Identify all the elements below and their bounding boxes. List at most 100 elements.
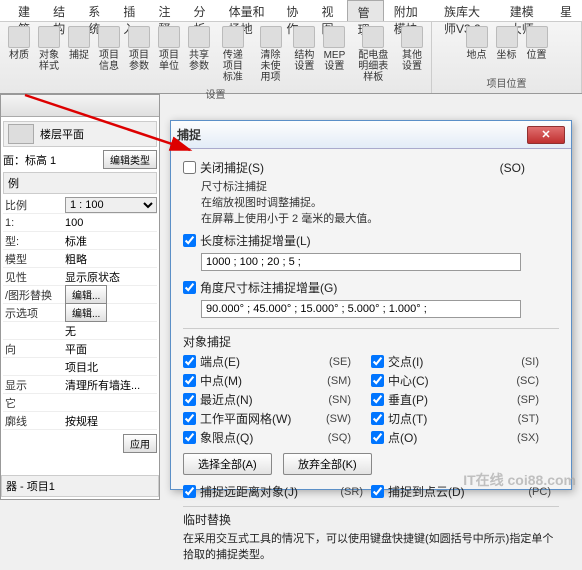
ribbon-label: 结构设置 (293, 50, 315, 72)
length-inc-checkbox[interactable] (183, 234, 196, 247)
snap-cloud-checkbox[interactable] (371, 485, 384, 498)
ribbon-group-label: 项目位置 (487, 74, 527, 91)
length-inc-input[interactable] (201, 253, 521, 271)
property-label: 它 (3, 395, 63, 411)
project-browser-header[interactable]: 器 - 项目1 (1, 475, 159, 497)
ribbon-button[interactable]: 捕捉 (64, 24, 94, 85)
close-snap-checkbox[interactable] (183, 161, 196, 174)
snap-checkbox[interactable] (183, 431, 196, 444)
snap-option: 工作平面网格(W)(SW) (183, 410, 371, 427)
snap-option: 垂直(P)(SP) (371, 391, 559, 408)
ribbon-label: 项目参数 (128, 50, 150, 72)
apply-button[interactable]: 应用 (123, 434, 157, 453)
snap-checkbox[interactable] (183, 412, 196, 425)
snap-checkbox[interactable] (371, 374, 384, 387)
snap-code: (ST) (518, 413, 539, 425)
property-value[interactable]: 标准 (63, 233, 157, 249)
plan-icon (8, 124, 34, 144)
close-icon[interactable]: ✕ (527, 126, 565, 144)
ribbon-button[interactable]: 项目单位 (154, 24, 184, 85)
ribbon-button[interactable]: 传递项目标准 (214, 24, 252, 85)
property-value[interactable]: 平面 (63, 341, 157, 357)
ribbon-button[interactable]: 其他设置 (397, 24, 427, 85)
ribbon-button[interactable]: 配电盘明细表样板 (349, 24, 397, 85)
angle-inc-input[interactable] (201, 300, 521, 318)
ribbon-tab[interactable]: 建模大师 (500, 0, 550, 21)
ribbon-tab[interactable]: 管理 (347, 0, 384, 21)
snap-code: (SQ) (328, 432, 351, 444)
ribbon-button[interactable]: 材质 (4, 24, 34, 85)
property-value[interactable]: 清理所有墙连... (63, 377, 157, 393)
snap-checkbox[interactable] (371, 393, 384, 406)
snap-option: 端点(E)(SE) (183, 353, 371, 370)
select-all-button[interactable]: 选择全部(A) (183, 453, 272, 475)
ribbon-tab[interactable]: 星 (550, 0, 582, 21)
ribbon-tab[interactable]: 系统 (78, 0, 113, 21)
property-value[interactable]: 显示原状态 (63, 269, 157, 285)
ribbon-toolbar: 材质对象样式捕捉项目信息项目参数项目单位共享参数传递项目标准清除未使用项结构设置… (0, 22, 582, 94)
property-value[interactable]: 无 (63, 323, 157, 339)
ribbon-tab[interactable]: 体量和场地 (219, 0, 277, 21)
deselect-all-button[interactable]: 放弃全部(K) (283, 453, 372, 475)
ribbon-button[interactable]: 位置 (522, 24, 552, 74)
property-row: 型:标准 (3, 232, 157, 250)
ribbon-icon (260, 26, 282, 48)
snap-label: 垂直(P) (388, 391, 428, 408)
ribbon-tab[interactable]: 协作 (276, 0, 311, 21)
ribbon-button[interactable]: 地点 (462, 24, 492, 74)
ribbon-button[interactable]: 共享参数 (184, 24, 214, 85)
ribbon-button[interactable]: 清除未使用项 (252, 24, 290, 85)
ribbon-tab[interactable]: 建筑 (8, 0, 43, 21)
edit-button[interactable]: 编辑... (65, 285, 107, 304)
ribbon-tab[interactable]: 分析 (184, 0, 219, 21)
property-value[interactable]: 100 (63, 217, 157, 229)
ribbon-tab[interactable]: 插入 (113, 0, 148, 21)
ribbon-button[interactable]: 项目信息 (94, 24, 124, 85)
property-select[interactable]: 1 : 100 (65, 197, 157, 213)
snap-checkbox[interactable] (183, 393, 196, 406)
ribbon-button[interactable]: 对象样式 (34, 24, 64, 85)
property-value[interactable]: 按规程 (63, 413, 157, 429)
property-row: 廓线按规程 (3, 412, 157, 430)
snap-remote-checkbox[interactable] (183, 485, 196, 498)
property-row: 向平面 (3, 340, 157, 358)
property-row: 模型粗略 (3, 250, 157, 268)
ribbon-tab[interactable]: 族库大师V3.2 (434, 0, 500, 21)
property-value: 编辑... (63, 303, 157, 322)
ribbon-icon (496, 26, 518, 48)
ribbon-tab[interactable]: 结构 (43, 0, 78, 21)
ribbon-tab[interactable]: 附加模块 (384, 0, 434, 21)
snap-label: 中点(M) (200, 372, 242, 389)
ribbon-button[interactable]: MEP设置 (319, 24, 349, 85)
snap-option: 中心(C)(SC) (371, 372, 559, 389)
snap-label: 象限点(Q) (200, 429, 253, 446)
properties-panel: 楼层平面 面：标高 1 编辑类型 例 比例1 : 1001:100型:标准模型粗… (0, 94, 160, 500)
panel-titlebar[interactable] (1, 95, 159, 117)
dialog-titlebar[interactable]: 捕捉 ✕ (171, 121, 571, 149)
property-value: 1 : 100 (63, 197, 157, 213)
ribbon-label: 传递项目标准 (218, 50, 248, 83)
property-value[interactable]: 项目北 (63, 359, 157, 375)
edit-button[interactable]: 编辑... (65, 303, 107, 322)
snap-checkbox[interactable] (183, 355, 196, 368)
snap-checkbox[interactable] (371, 355, 384, 368)
property-label: 示选项 (3, 305, 63, 321)
snap-label: 交点(I) (388, 353, 423, 370)
ribbon-icon (362, 26, 384, 48)
property-label: 比例 (3, 197, 63, 213)
ribbon-button[interactable]: 项目参数 (124, 24, 154, 85)
snap-cloud-label: 捕捉到点云(D) (388, 483, 465, 500)
edit-type-button[interactable]: 编辑类型 (103, 150, 157, 169)
property-row: 比例1 : 100 (3, 196, 157, 214)
snap-checkbox[interactable] (371, 412, 384, 425)
ribbon-tab[interactable]: 注释 (148, 0, 183, 21)
floor-plan-label: 楼层平面 (40, 126, 84, 142)
snap-checkbox[interactable] (371, 431, 384, 444)
ribbon-tab[interactable]: 视图 (312, 0, 347, 21)
property-value[interactable]: 粗略 (63, 251, 157, 267)
snap-option: 最近点(N)(SN) (183, 391, 371, 408)
snap-checkbox[interactable] (183, 374, 196, 387)
ribbon-button[interactable]: 坐标 (492, 24, 522, 74)
angle-inc-checkbox[interactable] (183, 281, 196, 294)
ribbon-button[interactable]: 结构设置 (289, 24, 319, 85)
